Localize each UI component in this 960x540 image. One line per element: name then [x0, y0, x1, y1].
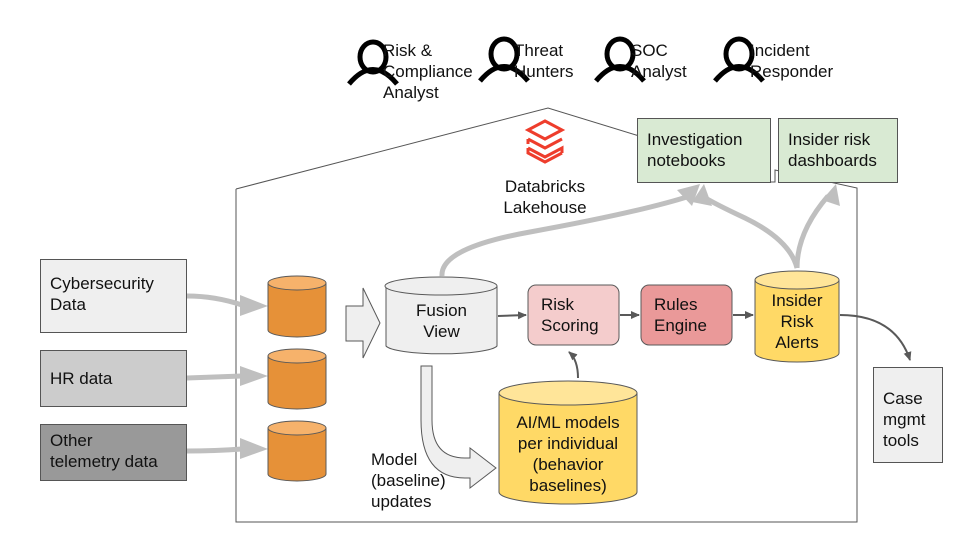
- persona-soc-analyst: SOC Analyst: [631, 41, 687, 81]
- flow-alerts-to-dashboards: [794, 194, 830, 269]
- source-other-telemetry: Other telemetry data: [40, 424, 187, 481]
- output-investigation-notebooks: Investigation notebooks: [637, 118, 771, 183]
- flow-telemetry-to-store: [186, 446, 243, 454]
- ingest-store: [267, 420, 327, 482]
- flow-alerts-to-notebooks: [700, 193, 800, 269]
- risk-scoring-label: Risk Scoring: [541, 295, 599, 335]
- rules-engine-label: Rules Engine: [654, 295, 707, 335]
- arrowhead: [240, 366, 268, 386]
- databricks-logo-icon: [524, 119, 566, 164]
- alerts-label: Insider Risk Alerts: [771, 291, 823, 352]
- external-case-mgmt-tools: Case mgmt tools: [873, 367, 943, 463]
- arrowhead: [240, 295, 268, 316]
- source-cybersecurity-data: Cybersecurity Data: [40, 259, 187, 333]
- model-updates-label: Model (baseline) updates: [371, 450, 446, 511]
- platform-name: Databricks Lakehouse: [503, 177, 587, 217]
- ingest-store: [267, 348, 327, 410]
- persona-incident-responder: Incident Responder: [750, 41, 834, 81]
- fusion-view-label: Fusion View: [415, 301, 468, 341]
- persona-threat-hunters: Threat Hunters: [514, 41, 574, 81]
- flow-hr-to-store: [186, 373, 243, 381]
- flow-alerts-to-case: [839, 314, 912, 361]
- ingest-store: [267, 275, 327, 338]
- arrowhead: [240, 438, 268, 459]
- models-label: AI/ML models per individual (behavior ba…: [516, 413, 620, 495]
- flow-fusion-to-scoring: [497, 311, 527, 320]
- persona-risk-compliance-analyst: Risk & Compliance Analyst: [383, 41, 473, 102]
- source-hr-data: HR data: [40, 350, 187, 407]
- flow-models-to-scoring: [568, 351, 579, 379]
- flow-cyber-to-store: [186, 293, 243, 308]
- fusion-block-arrow: [345, 287, 381, 359]
- output-insider-risk-dashboards: Insider risk dashboards: [778, 118, 898, 183]
